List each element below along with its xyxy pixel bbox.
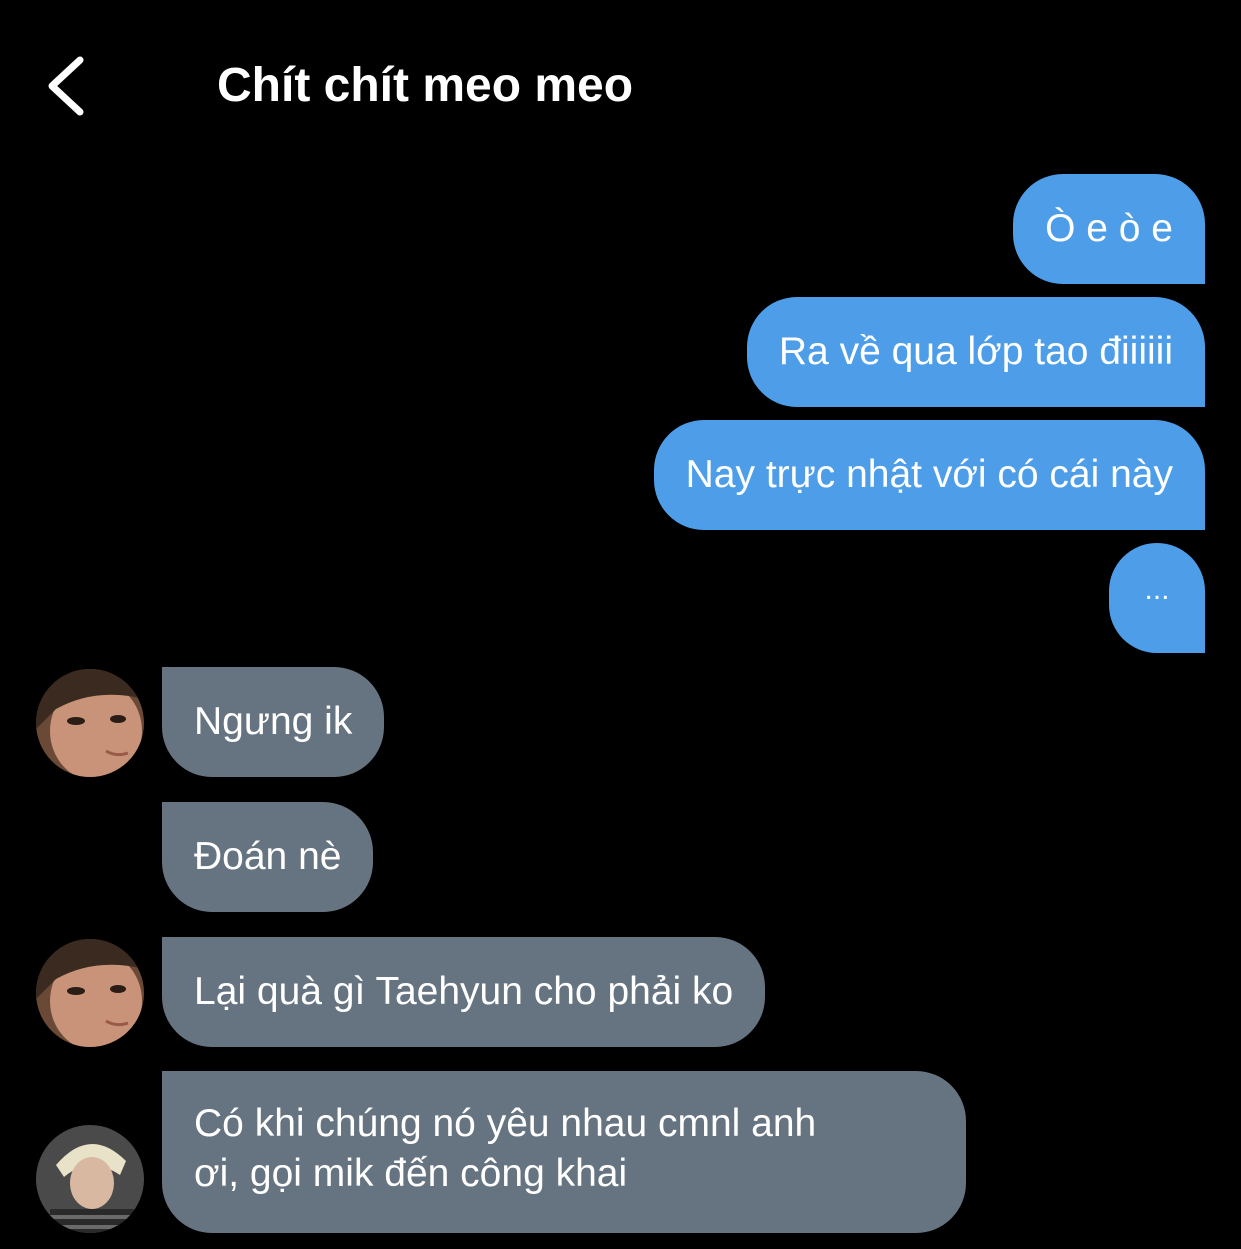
sent-message-text: Ra về qua lớp tao điiiiii: [778, 330, 1173, 373]
received-message-text: ơi, gọi mik đến công khai: [194, 1152, 628, 1195]
conversation-title: Chít chít meo meo: [217, 59, 634, 112]
received-message-text: Lại quà gì Taehyun cho phải ko: [194, 970, 734, 1013]
back-button[interactable]: [36, 48, 96, 124]
contact-avatar[interactable]: [36, 1125, 144, 1233]
received-message-bubble[interactable]: Ngưng ik: [162, 667, 385, 777]
sent-message-bubble[interactable]: Nay trực nhật với có cái này: [653, 420, 1205, 530]
received-message-text: Ngưng ik: [194, 700, 353, 743]
sent-message-text: ...: [1144, 573, 1170, 606]
received-message-bubble[interactable]: Đoán nè: [162, 802, 374, 912]
received-message-bubble[interactable]: Lại quà gì Taehyun cho phải ko: [162, 937, 766, 1047]
contact-avatar[interactable]: [36, 669, 144, 777]
contact-avatar[interactable]: [36, 939, 144, 1047]
avatar-photo-icon: [36, 669, 144, 777]
chevron-left-icon: [48, 56, 84, 116]
sent-message-text: Ò e ò e: [1045, 207, 1173, 250]
avatar-photo-icon: [36, 1125, 144, 1233]
chat-header: Chít chít meo meo: [0, 0, 1241, 150]
avatar-photo-icon: [36, 939, 144, 1047]
sent-message-bubble[interactable]: ...: [1109, 543, 1205, 653]
received-message-text: Có khi chúng nó yêu nhau cmnl anh: [194, 1102, 817, 1145]
sent-message-bubble[interactable]: Ò e ò e: [1013, 174, 1205, 284]
sent-message-bubble[interactable]: Ra về qua lớp tao điiiiii: [746, 297, 1205, 407]
sent-message-text: Nay trực nhật với có cái này: [685, 453, 1173, 496]
received-message-text: Đoán nè: [194, 835, 342, 878]
received-message-bubble[interactable]: Có khi chúng nó yêu nhau cmnl anh ơi, gọ…: [162, 1071, 966, 1233]
